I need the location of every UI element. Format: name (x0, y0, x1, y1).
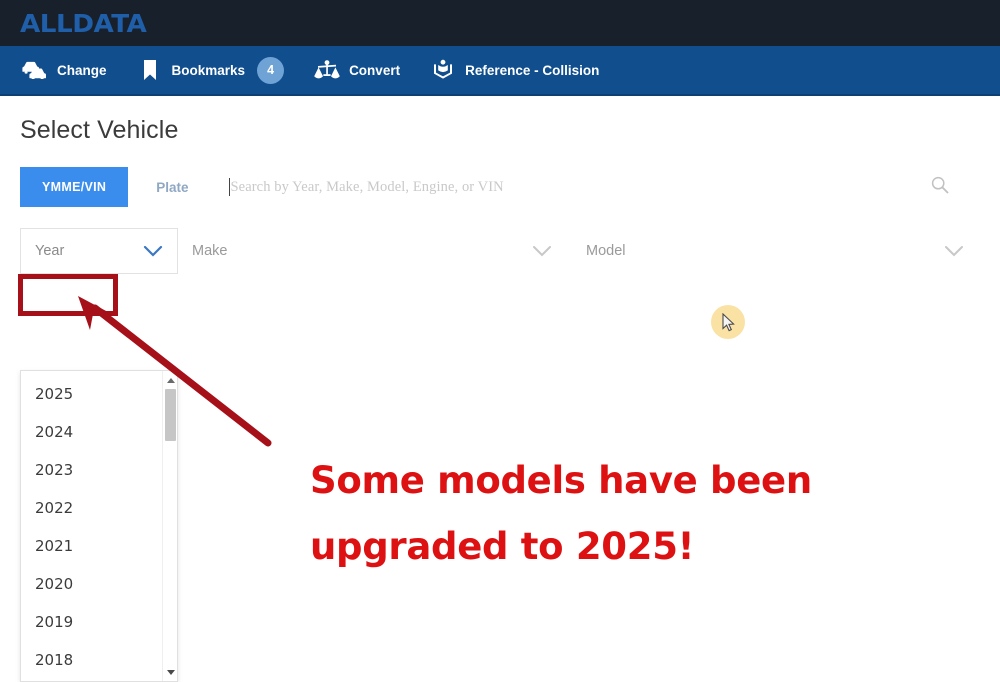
nav-item-bookmarks[interactable]: Bookmarks (137, 58, 246, 82)
nav-item-change[interactable]: Change (22, 58, 107, 82)
scales-icon (314, 58, 340, 82)
main-navigation-bar: Change Bookmarks 4 Convert (0, 46, 1000, 96)
tab-ymme-vin[interactable]: YMME/VIN (20, 167, 128, 207)
year-option[interactable]: 2024 (21, 413, 162, 451)
mouse-pointer-icon (722, 313, 738, 338)
search-row: YMME/VIN Plate Search by Year, Make, Mod… (20, 164, 980, 210)
page-title: Select Vehicle (0, 96, 1000, 145)
year-2025-highlight-box (18, 274, 118, 316)
model-select-label: Model (586, 243, 626, 259)
chevron-down-icon (143, 245, 163, 257)
tab-plate[interactable]: Plate (156, 180, 188, 195)
year-option[interactable]: 2023 (21, 451, 162, 489)
text-caret (229, 178, 230, 196)
brand-bar: ALLDATA (0, 0, 1000, 46)
year-option[interactable]: 2021 (21, 527, 162, 565)
year-dropdown-scrollbar[interactable] (162, 371, 177, 681)
annotation-text: Some models have been upgraded to 2025! (310, 448, 930, 580)
year-option[interactable]: 2018 (21, 641, 162, 679)
year-option[interactable]: 2025 (21, 375, 162, 413)
nav-item-reference-collision[interactable]: Reference - Collision (430, 58, 599, 82)
search-icon[interactable] (930, 175, 950, 200)
annotation-line-2: upgraded to 2025! (310, 514, 930, 580)
nav-item-convert[interactable]: Convert (314, 58, 400, 82)
vehicle-selector-row: Year Make Model (20, 228, 980, 274)
chevron-down-icon (944, 245, 964, 257)
annotation-line-1: Some models have been (310, 448, 930, 514)
year-option[interactable]: 2020 (21, 565, 162, 603)
year-select[interactable]: Year (20, 228, 178, 274)
nav-label-bookmarks: Bookmarks (172, 63, 246, 78)
model-select[interactable]: Model (568, 228, 980, 274)
bookmark-icon (137, 58, 163, 82)
alldata-logo[interactable]: ALLDATA (20, 9, 146, 38)
search-placeholder: Search by Year, Make, Model, Engine, or … (231, 179, 504, 196)
triangle-up-icon[interactable] (163, 373, 178, 387)
year-options: 2025 2024 2023 2022 2021 2020 2019 2018 (21, 371, 162, 681)
year-option[interactable]: 2022 (21, 489, 162, 527)
year-select-label: Year (35, 243, 64, 259)
search-input[interactable]: Search by Year, Make, Model, Engine, or … (229, 167, 931, 207)
make-select-label: Make (192, 243, 227, 259)
make-select[interactable]: Make (178, 228, 568, 274)
nav-label-convert: Convert (349, 63, 400, 78)
page-body: Select Vehicle YMME/VIN Plate Search by … (0, 96, 1000, 274)
open-book-icon (430, 58, 456, 82)
nav-label-change: Change (57, 63, 107, 78)
two-cars-icon (22, 58, 48, 82)
bookmarks-count-badge[interactable]: 4 (257, 57, 284, 84)
chevron-down-icon (532, 245, 552, 257)
year-option[interactable]: 2019 (21, 603, 162, 641)
scrollbar-thumb[interactable] (165, 389, 176, 441)
year-dropdown-list[interactable]: 2025 2024 2023 2022 2021 2020 2019 2018 (20, 370, 178, 682)
nav-label-reference-collision: Reference - Collision (465, 63, 599, 78)
